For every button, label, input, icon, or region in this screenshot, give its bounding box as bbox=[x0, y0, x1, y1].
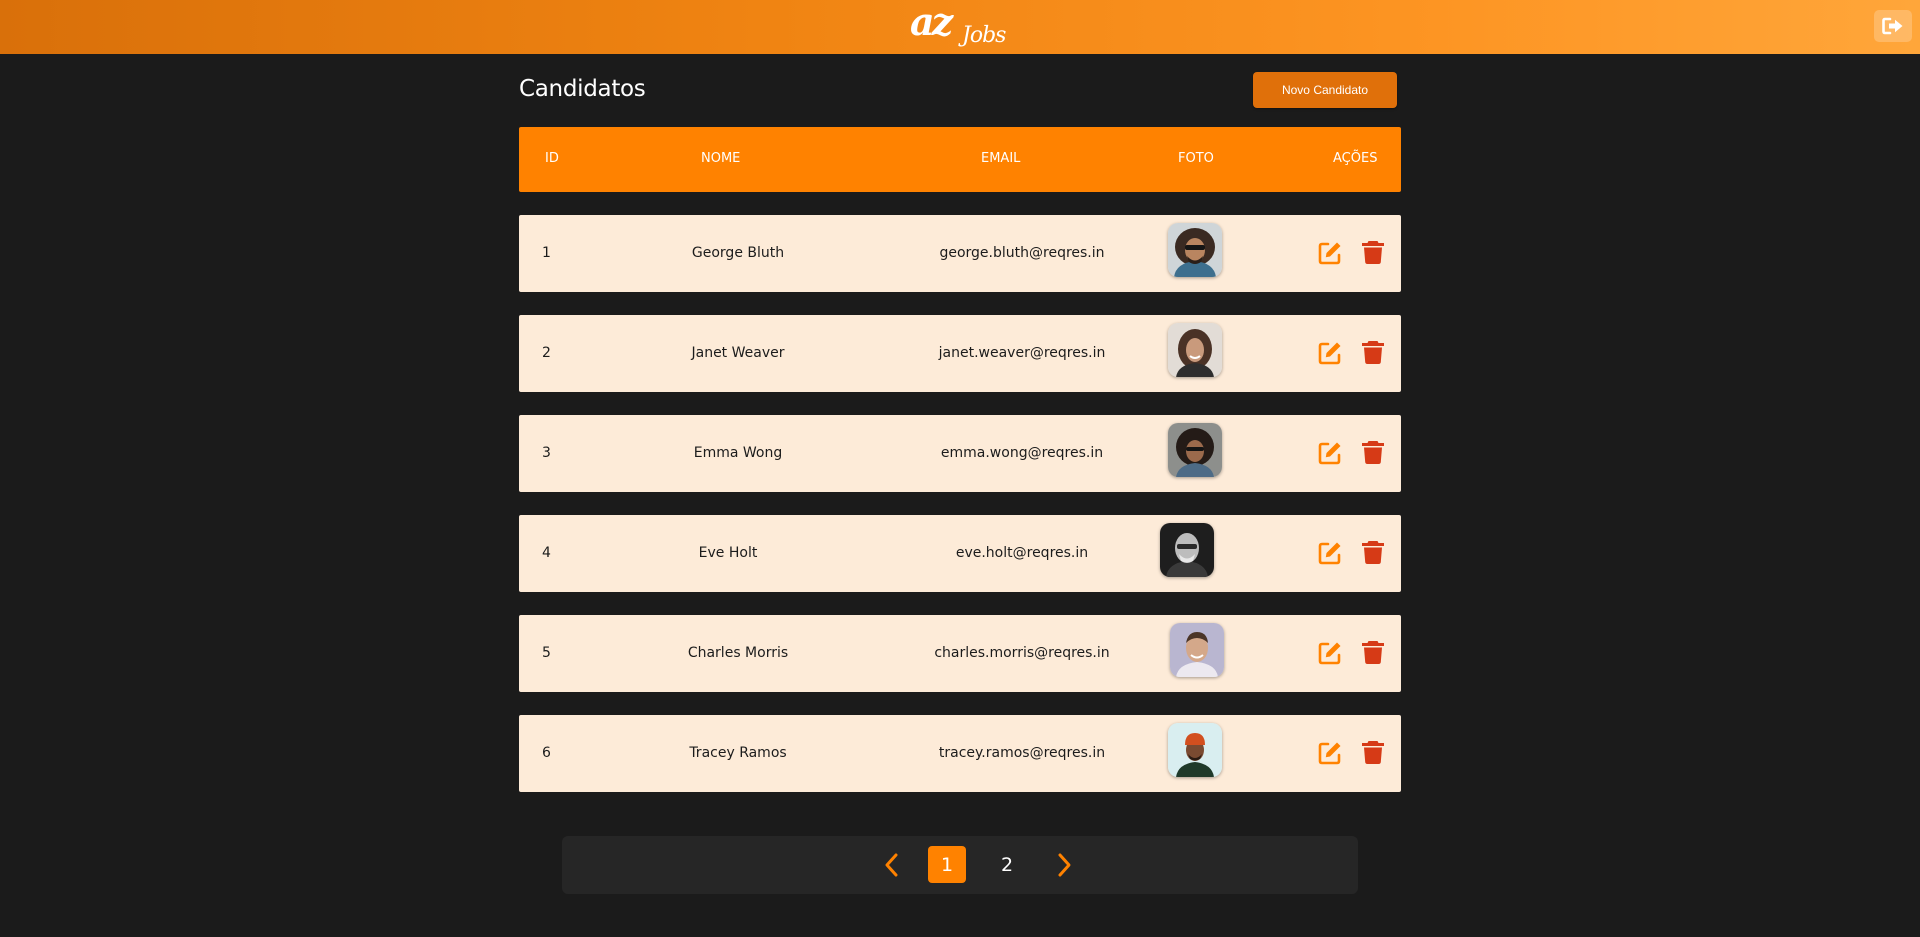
table-row: 1 George Bluth george.bluth@reqres.in bbox=[519, 215, 1401, 292]
page-title: Candidatos bbox=[519, 76, 646, 102]
row-name: Eve Holt bbox=[698, 545, 758, 561]
row-name: Tracey Ramos bbox=[689, 745, 787, 761]
row-id: 5 bbox=[542, 645, 551, 661]
table-row: 4 Eve Holt eve.holt@reqres.in bbox=[519, 515, 1401, 592]
row-email: charles.morris@reqres.in bbox=[934, 645, 1110, 661]
trash-icon[interactable] bbox=[1360, 639, 1386, 665]
trash-icon[interactable] bbox=[1360, 539, 1386, 565]
avatar bbox=[1168, 423, 1222, 477]
avatar bbox=[1168, 223, 1222, 277]
new-candidate-button[interactable]: Novo Candidato bbox=[1253, 72, 1397, 108]
edit-icon[interactable] bbox=[1317, 340, 1343, 366]
row-name: Charles Morris bbox=[687, 645, 789, 661]
azjobs-logo-icon[interactable]: az Jobs bbox=[910, 2, 1014, 52]
table-row: 6 Tracey Ramos tracey.ramos@reqres.in bbox=[519, 715, 1401, 792]
column-header-name: NOME bbox=[701, 151, 741, 166]
table-row: 3 Emma Wong emma.wong@reqres.in bbox=[519, 415, 1401, 492]
row-name: George Bluth bbox=[691, 245, 785, 261]
column-header-id: ID bbox=[545, 151, 559, 166]
row-id: 2 bbox=[542, 345, 551, 361]
row-email: eve.holt@reqres.in bbox=[955, 545, 1089, 561]
row-name: Emma Wong bbox=[693, 445, 783, 461]
logout-button[interactable] bbox=[1874, 10, 1912, 42]
row-email: tracey.ramos@reqres.in bbox=[938, 745, 1106, 761]
table-header: ID NOME EMAIL FOTO AÇÕES bbox=[519, 127, 1401, 192]
svg-text:az: az bbox=[910, 2, 955, 44]
edit-icon[interactable] bbox=[1317, 540, 1343, 566]
avatar bbox=[1170, 623, 1224, 677]
trash-icon[interactable] bbox=[1360, 739, 1386, 765]
table-row: 2 Janet Weaver janet.weaver@reqres.in bbox=[519, 315, 1401, 392]
row-id: 6 bbox=[542, 745, 551, 761]
edit-icon[interactable] bbox=[1317, 740, 1343, 766]
column-header-email: EMAIL bbox=[981, 151, 1021, 166]
avatar bbox=[1168, 723, 1222, 777]
trash-icon[interactable] bbox=[1360, 339, 1386, 365]
row-email: janet.weaver@reqres.in bbox=[938, 345, 1106, 361]
edit-icon[interactable] bbox=[1317, 240, 1343, 266]
edit-icon[interactable] bbox=[1317, 440, 1343, 466]
row-email: george.bluth@reqres.in bbox=[939, 245, 1105, 261]
trash-icon[interactable] bbox=[1360, 239, 1386, 265]
trash-icon[interactable] bbox=[1360, 439, 1386, 465]
page-1-button[interactable]: 1 bbox=[928, 846, 966, 883]
chevron-right-icon[interactable] bbox=[1052, 852, 1076, 878]
column-header-actions: AÇÕES bbox=[1333, 151, 1378, 166]
page-2-button[interactable]: 2 bbox=[988, 846, 1026, 883]
pagination: 1 2 bbox=[562, 836, 1358, 894]
column-header-photo: FOTO bbox=[1178, 151, 1214, 166]
edit-icon[interactable] bbox=[1317, 640, 1343, 666]
row-email: emma.wong@reqres.in bbox=[940, 445, 1104, 461]
avatar bbox=[1168, 323, 1222, 377]
row-id: 1 bbox=[542, 245, 551, 261]
avatar bbox=[1160, 523, 1214, 577]
top-bar: az Jobs bbox=[0, 0, 1920, 54]
sign-out-icon bbox=[1882, 17, 1903, 35]
svg-text:Jobs: Jobs bbox=[958, 23, 1006, 48]
chevron-left-icon[interactable] bbox=[880, 852, 904, 878]
row-name: Janet Weaver bbox=[691, 345, 785, 361]
row-id: 3 bbox=[542, 445, 551, 461]
table-row: 5 Charles Morris charles.morris@reqres.i… bbox=[519, 615, 1401, 692]
row-id: 4 bbox=[542, 545, 551, 561]
